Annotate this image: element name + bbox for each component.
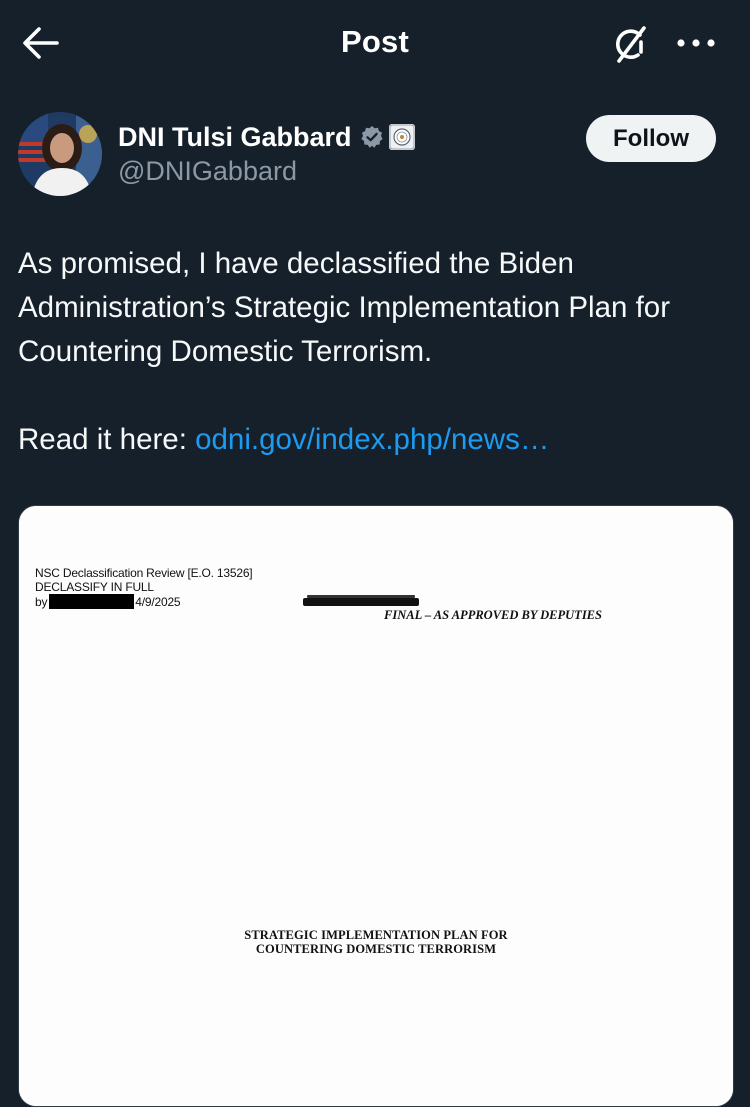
author-display-name[interactable]: DNI Tulsi Gabbard <box>118 122 352 153</box>
verified-badge-icon[interactable] <box>360 125 384 149</box>
author-handle[interactable]: @DNIGabbard <box>118 156 415 187</box>
document-title-line-2: COUNTERING DOMESTIC TERRORISM <box>255 942 497 956</box>
redaction-bar <box>49 594 135 609</box>
read-prefix: Read it here: <box>18 423 196 456</box>
document-page: NSC Declassification Review [E.O. 13526]… <box>19 506 733 1106</box>
more-options-button[interactable] <box>668 24 724 64</box>
final-approval-label: FINAL – AS APPROVED BY DEPUTIES <box>384 608 602 622</box>
avatar[interactable] <box>18 112 102 196</box>
grok-button[interactable] <box>602 18 658 74</box>
stamp-line-2: DECLASSIFY IN FULL <box>35 580 154 594</box>
declassification-stamp: NSC Declassification Review [E.O. 13526]… <box>35 566 253 609</box>
avatar-photo <box>18 112 102 196</box>
post-read-line: Read it here: odni.gov/index.php/news… <box>18 418 730 462</box>
post-text: As promised, I have declassified the Bid… <box>18 242 730 462</box>
grok-icon <box>608 22 652 71</box>
post-link[interactable]: odni.gov/index.php/news… <box>195 423 549 456</box>
odni-seal-icon[interactable] <box>388 124 415 150</box>
top-bar: Post <box>0 0 750 90</box>
document-title-line-1: STRATEGIC IMPLEMENTATION PLAN FOR <box>244 928 508 942</box>
document-title: STRATEGIC IMPLEMENTATION PLAN FOR COUNTE… <box>19 928 733 956</box>
stamp-by: by <box>35 594 48 609</box>
media-image[interactable]: NSC Declassification Review [E.O. 13526]… <box>18 505 734 1107</box>
post-body: As promised, I have declassified the Bid… <box>18 247 671 368</box>
stamp-line-1: NSC Declassification Review [E.O. 13526] <box>35 566 253 580</box>
redacted-classification-marking <box>303 595 419 606</box>
stamp-line-3: by 4/9/2025 <box>35 594 252 609</box>
author-name-row: DNI Tulsi Gabbard <box>118 118 415 156</box>
stamp-date: 4/9/2025 <box>135 594 181 609</box>
more-icon <box>676 35 716 53</box>
author-info: DNI Tulsi Gabbard @DNIGabbard <box>118 118 415 187</box>
follow-button[interactable]: Follow <box>586 115 716 162</box>
